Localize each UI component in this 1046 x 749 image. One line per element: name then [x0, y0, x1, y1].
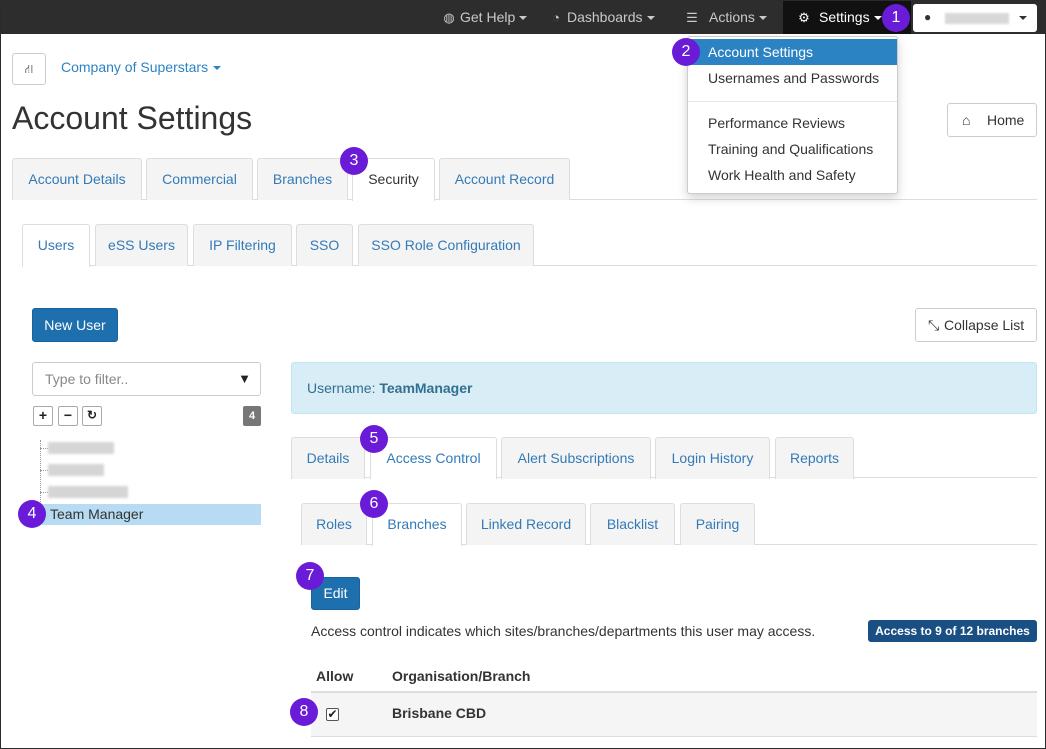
tab-pairing[interactable]: Pairing [680, 503, 755, 545]
settings-dropdown: Account Settings Usernames and Passwords… [687, 36, 898, 194]
tab-branches[interactable]: Branches [257, 158, 348, 200]
actions-label: Actions [709, 9, 755, 25]
get-help-menu[interactable]: ◍ Get Help [442, 0, 528, 34]
menu-item-work-health-safety[interactable]: Work Health and Safety [688, 162, 897, 188]
tree-connector [40, 440, 41, 512]
tree-connector [40, 448, 48, 449]
home-icon: ⌂ [962, 112, 971, 128]
tree-connector [40, 470, 48, 471]
tab-sso[interactable]: SSO [296, 224, 353, 266]
collapse-list-label: Collapse List [944, 317, 1025, 333]
tab-blacklist[interactable]: Blacklist [590, 503, 675, 545]
tab-ess-users[interactable]: eSS Users [95, 224, 188, 266]
user-menu-button[interactable]: ● [913, 4, 1037, 32]
gears-icon: ⚙ [798, 10, 810, 25]
expand-all-button[interactable]: + [33, 406, 53, 426]
menu-divider [688, 101, 897, 102]
globe-icon: ◍ [443, 10, 455, 25]
username-info-box: Username: TeamManager [291, 362, 1037, 414]
list-icon: ☰ [686, 10, 698, 25]
company-selector[interactable]: Company of Superstars [61, 59, 222, 75]
company-name: Company of Superstars [61, 59, 209, 75]
refresh-icon[interactable]: ↻ [82, 406, 102, 426]
menu-item-account-settings[interactable]: Account Settings [688, 39, 897, 65]
menu-item-performance-reviews[interactable]: Performance Reviews [688, 110, 897, 136]
annotation-badge: 4 [18, 500, 46, 528]
caret-down-icon [646, 16, 655, 21]
org-chart-button[interactable]: ⛙ [12, 53, 46, 85]
tree-item-redacted[interactable] [48, 486, 128, 498]
compress-icon: ⤡ [928, 317, 940, 333]
settings-label: Settings [819, 9, 870, 25]
caret-down-icon [1019, 16, 1027, 20]
access-description: Access control indicates which sites/bra… [311, 623, 816, 639]
tab-account-record[interactable]: Account Record [439, 158, 570, 200]
user-filter: ▼ [32, 362, 261, 396]
tab-ip-filtering[interactable]: IP Filtering [193, 224, 292, 266]
filter-icon[interactable]: ▼ [238, 371, 251, 386]
annotation-badge: 3 [340, 147, 368, 175]
username-label: Username: [307, 380, 376, 396]
annotation-badge: 8 [290, 698, 318, 726]
page-title: Account Settings [12, 100, 253, 136]
dashboards-menu[interactable]: ◔ Dashboards [549, 0, 655, 34]
menu-item-training-qualifications[interactable]: Training and Qualifications [688, 136, 897, 162]
tab-details[interactable]: Details [291, 437, 365, 479]
user-count-badge: 4 [243, 406, 261, 426]
user-icon: ● [924, 10, 932, 24]
tab-roles[interactable]: Roles [301, 503, 367, 545]
allow-checkbox[interactable]: ✔ [326, 708, 339, 721]
column-header-allow[interactable]: Allow [316, 668, 353, 684]
tree-item-redacted[interactable] [48, 464, 104, 476]
caret-down-icon [758, 16, 767, 21]
annotation-badge: 7 [296, 562, 324, 590]
tab-commercial[interactable]: Commercial [146, 158, 253, 200]
tab-users[interactable]: Users [22, 224, 90, 267]
get-help-label: Get Help [460, 9, 516, 25]
collapse-all-button[interactable]: − [58, 406, 78, 426]
dashboards-label: Dashboards [567, 9, 643, 25]
tab-access-control[interactable]: Access Control [370, 437, 497, 479]
caret-down-icon [213, 66, 222, 71]
sitemap-icon: ⛙ [24, 62, 34, 76]
tab-sso-role-configuration[interactable]: SSO Role Configuration [358, 224, 534, 266]
dashboard-icon: ◔ [552, 10, 560, 25]
tree-item-redacted[interactable] [48, 442, 114, 454]
annotation-badge: 1 [882, 4, 910, 32]
filter-input[interactable] [45, 371, 235, 387]
tree-connector [40, 492, 48, 493]
annotation-badge: 2 [672, 38, 700, 66]
annotation-badge: 5 [360, 425, 388, 453]
new-user-button[interactable]: New User [32, 308, 118, 342]
caret-down-icon [519, 16, 528, 21]
tree-item-team-manager[interactable]: Team Manager [42, 504, 261, 525]
redacted-username [945, 13, 1009, 24]
tab-reports[interactable]: Reports [775, 437, 854, 479]
actions-menu[interactable]: ☰ Actions [685, 0, 767, 34]
tab-account-details[interactable]: Account Details [12, 158, 142, 200]
column-header-branch[interactable]: Organisation/Branch [392, 668, 530, 684]
home-label: Home [987, 112, 1025, 128]
annotation-badge: 6 [360, 490, 388, 518]
tab-linked-record[interactable]: Linked Record [466, 503, 586, 545]
tab-login-history[interactable]: Login History [655, 437, 770, 479]
collapse-list-button[interactable]: ⤡ Collapse List [915, 308, 1037, 342]
access-count-badge: Access to 9 of 12 branches [868, 620, 1037, 642]
tab-alert-subscriptions[interactable]: Alert Subscriptions [501, 437, 651, 479]
username-value: TeamManager [379, 380, 473, 396]
home-button[interactable]: ⌂ Home [947, 103, 1037, 137]
branch-cell: Brisbane CBD [392, 705, 487, 721]
menu-item-usernames-passwords[interactable]: Usernames and Passwords [688, 65, 897, 91]
caret-down-icon [873, 16, 882, 21]
